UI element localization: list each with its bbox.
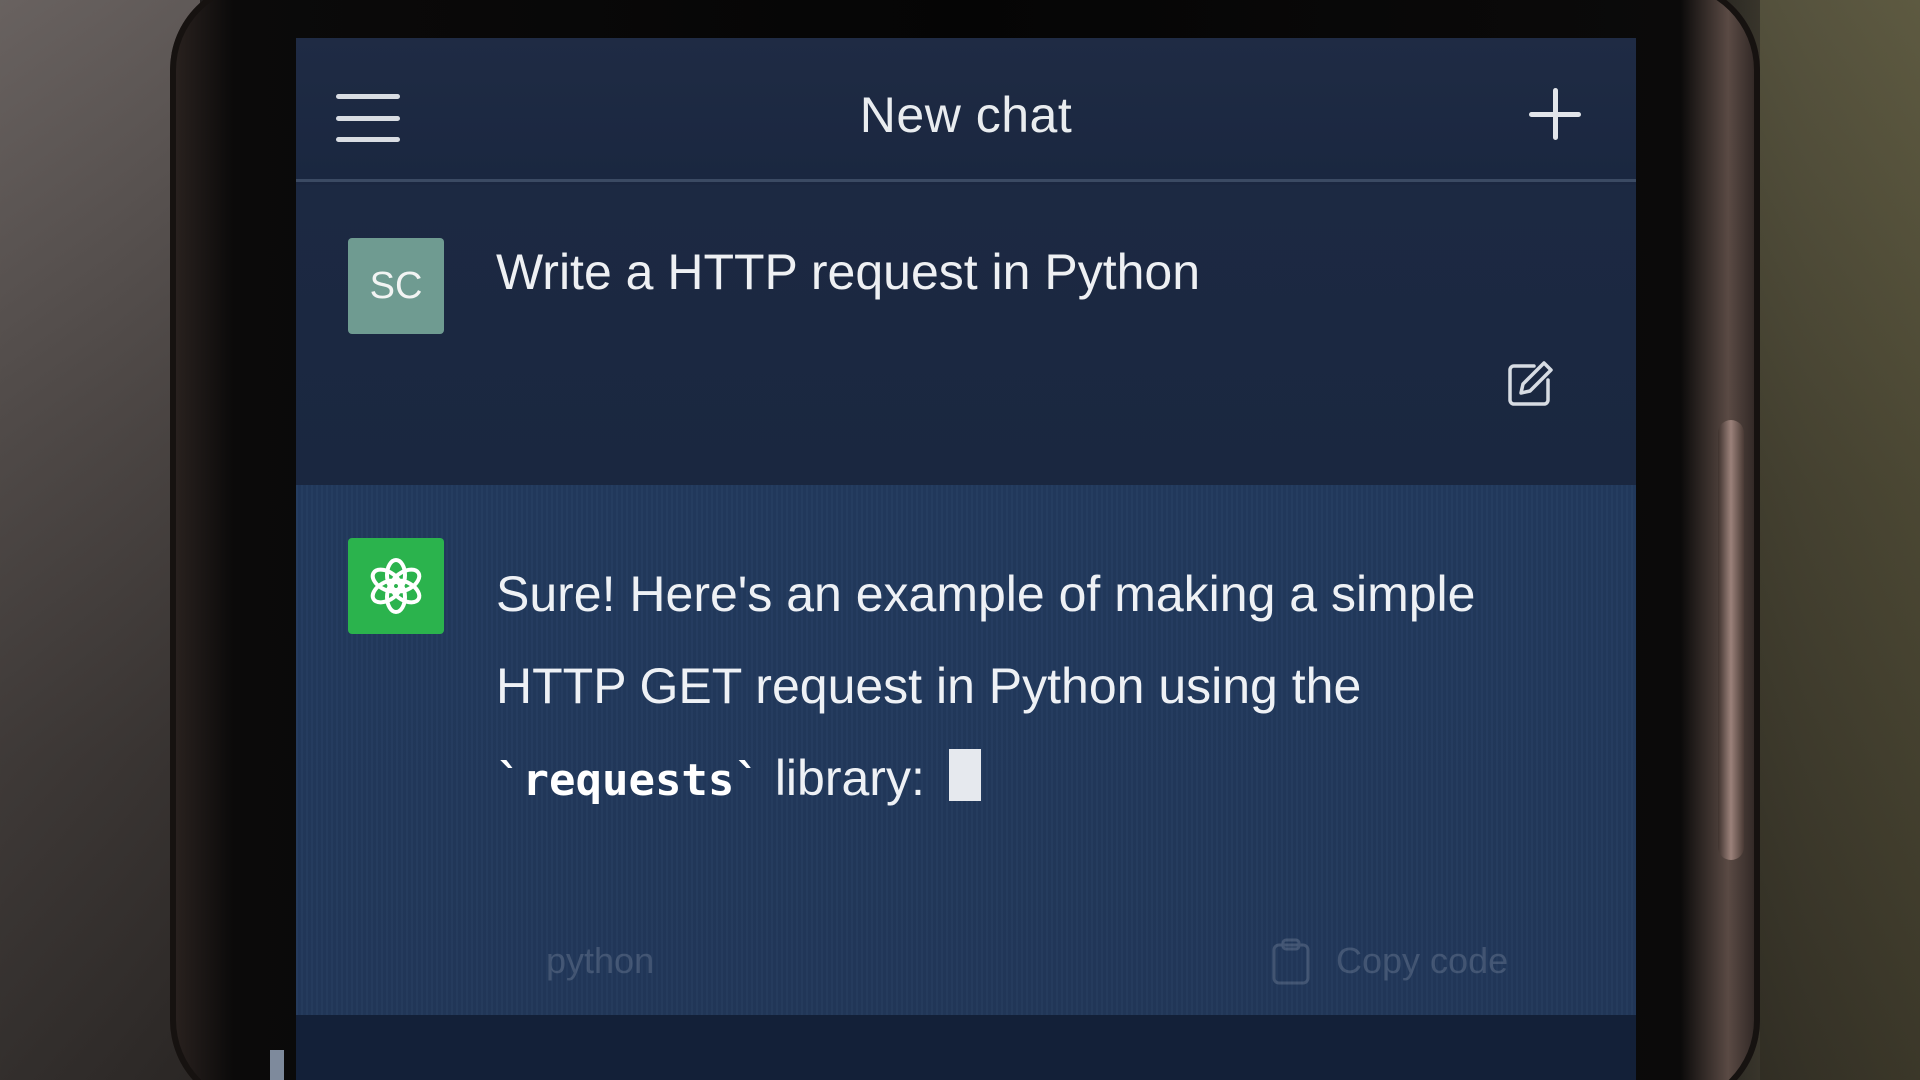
phone-side-glint [1718,420,1744,860]
code-language-label: python [546,940,655,981]
user-message-text: Write a HTTP request in Python [496,244,1201,300]
assistant-line-2: HTTP GET request in Python using the [496,658,1362,714]
new-chat-button[interactable] [1529,88,1581,140]
code-block-header: python Copy code [496,918,1596,1008]
typing-cursor [948,749,981,801]
page-title: New chat [859,87,1073,143]
inline-code-term: `requests` [496,755,761,806]
openai-logo-icon [348,538,444,634]
assistant-line-1: Sure! Here's an example of making a simp… [496,566,1476,622]
code-block-body [296,1015,1636,1080]
phone-screen: New chat SC Write a HTTP request in Pyth… [296,38,1636,1080]
assistant-message-text: Sure! Here's an example of making a simp… [496,548,1556,848]
assistant-line-3-suffix: library: [774,750,925,806]
code-caret [270,1050,284,1080]
edit-icon[interactable] [1504,358,1556,410]
clipboard-icon[interactable] [1271,938,1311,986]
hamburger-menu-icon[interactable] [336,94,400,142]
top-bar: New chat [296,38,1636,182]
user-avatar: SC [348,238,444,334]
user-message-row [296,185,1636,485]
assistant-line-3: `requests` library: [496,732,1556,827]
copy-code-button[interactable]: Copy code [1336,940,1508,982]
background-blur-right [1760,0,1920,1080]
